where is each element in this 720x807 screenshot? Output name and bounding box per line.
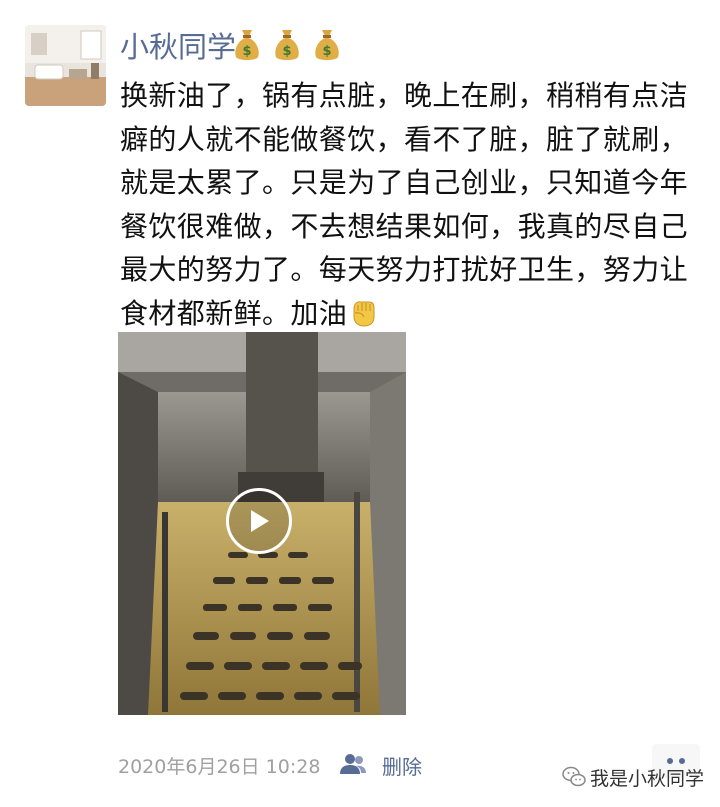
post-text-line: 餐饮很难做，不去想结果如何，我真的尽自己 xyxy=(120,209,689,243)
money-bag-icon: $ xyxy=(315,30,339,60)
post-timestamp: 2020年6月26日 10:28 xyxy=(118,755,321,778)
fist-emoji-icon xyxy=(353,300,375,327)
post-text-line: 就是太累了。只是为了自己创业，只知道今年 xyxy=(120,166,689,199)
watermark-text: 我是小秋同学 xyxy=(590,767,705,790)
author-name[interactable]: 小秋同学 xyxy=(120,22,236,68)
moments-post: 小秋同学 $ $ $ 换新油了，锅有点脏，晚上在刷，稍稍有点洁 癖的人就不能做餐… xyxy=(0,0,720,807)
play-icon xyxy=(251,510,269,532)
post-text-last-line: 食材都新鲜。加油 xyxy=(120,292,700,336)
author-emojis: $ $ $ xyxy=(232,26,342,62)
avatar-image xyxy=(25,25,106,106)
play-button[interactable] xyxy=(226,488,292,554)
watermark: 我是小秋同学 xyxy=(562,762,704,792)
avatar[interactable] xyxy=(25,25,106,106)
post-text-line: 换新油了，锅有点脏，晚上在刷，稍稍有点洁 xyxy=(120,79,689,112)
delete-button[interactable]: 删除 xyxy=(382,750,422,780)
svg-text:$: $ xyxy=(282,44,291,59)
post-text-line: 食材都新鲜。加油 xyxy=(120,296,348,330)
post-text-line: 最大的努力了。每天努力打扰好卫生，努力让 xyxy=(120,253,689,286)
money-bag-icon: $ xyxy=(235,30,259,60)
svg-text:$: $ xyxy=(322,44,331,59)
money-bag-icon: $ xyxy=(275,30,299,60)
wechat-icon xyxy=(562,766,586,787)
post-text: 换新油了，锅有点脏，晚上在刷，稍稍有点洁 癖的人就不能做餐饮，看不了脏，脏了就刷… xyxy=(120,74,700,335)
post-text-line: 癖的人就不能做餐饮，看不了脏，脏了就刷， xyxy=(120,122,689,156)
people-icon[interactable] xyxy=(339,752,367,776)
svg-text:$: $ xyxy=(242,44,251,59)
